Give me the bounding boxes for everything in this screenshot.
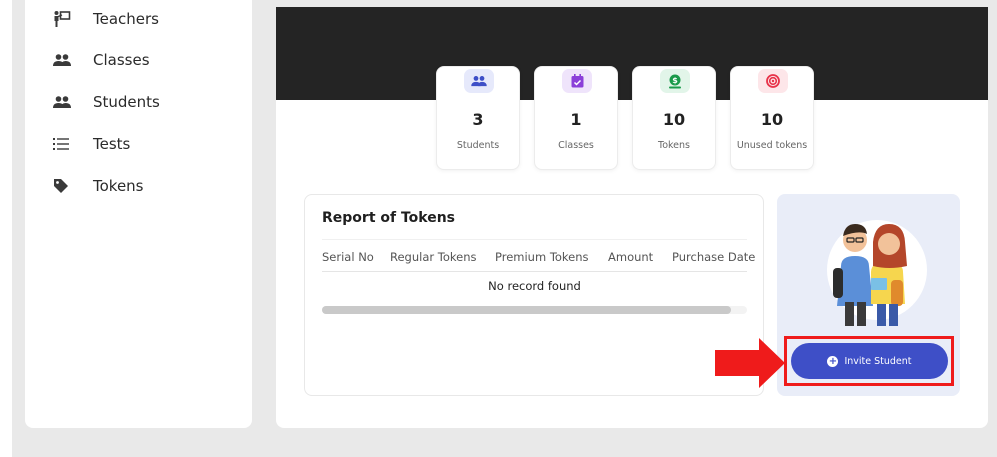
- sidebar-item-label: Classes: [93, 51, 150, 69]
- sidebar-item-tokens[interactable]: Tokens: [53, 173, 144, 199]
- sidebar-item-label: Teachers: [93, 10, 159, 28]
- sidebar-item-label: Students: [93, 93, 160, 111]
- stat-card-classes[interactable]: 1 Classes: [534, 66, 618, 170]
- stat-caption: Classes: [558, 140, 594, 151]
- invite-student-button[interactable]: + Invite Student: [791, 343, 948, 379]
- red-arrow-icon: [715, 338, 785, 388]
- invite-button-label: Invite Student: [844, 355, 912, 367]
- column-header[interactable]: Serial No: [322, 250, 374, 264]
- column-header[interactable]: Purchase Date: [672, 250, 755, 264]
- students-icon: [464, 69, 494, 93]
- stat-card-tokens[interactable]: $ 10 Tokens: [632, 66, 716, 170]
- group-icon: [53, 50, 79, 70]
- tag-icon: [53, 176, 79, 196]
- sidebar: Teachers Classes Students Tests Tokens: [25, 0, 252, 428]
- students-illustration-icon: [827, 220, 927, 326]
- sidebar-item-label: Tests: [93, 135, 131, 153]
- group-icon: [53, 92, 79, 112]
- plus-circle-icon: +: [827, 355, 839, 367]
- teacher-board-icon: [53, 9, 79, 29]
- report-title: Report of Tokens: [322, 210, 456, 226]
- money-icon: $: [660, 69, 690, 93]
- column-header[interactable]: Amount: [608, 250, 653, 264]
- sidebar-item-teachers[interactable]: Teachers: [53, 6, 159, 32]
- scrollbar-thumb[interactable]: [322, 306, 731, 314]
- sidebar-item-label: Tokens: [93, 177, 144, 195]
- stat-caption: Tokens: [658, 140, 690, 151]
- sidebar-item-students[interactable]: Students: [53, 89, 160, 115]
- stat-caption: Students: [456, 140, 500, 151]
- column-header[interactable]: Regular Tokens: [390, 250, 476, 264]
- table-header: Serial No Regular Tokens Premium Tokens …: [322, 239, 755, 272]
- svg-text:$: $: [672, 76, 678, 85]
- sidebar-item-tests[interactable]: Tests: [53, 131, 130, 157]
- calendar-check-icon: [562, 69, 592, 93]
- token-report-card: Report of Tokens Serial No Regular Token…: [304, 194, 764, 396]
- stat-caption: Unused tokens: [736, 140, 808, 151]
- stat-card-unused-tokens[interactable]: 10 Unused tokens: [730, 66, 814, 170]
- list-icon: [53, 134, 79, 154]
- stat-value: 3: [472, 110, 484, 129]
- target-icon: [758, 69, 788, 93]
- stat-value: 10: [662, 110, 686, 129]
- stat-card-students[interactable]: 3 Students: [436, 66, 520, 170]
- sidebar-item-classes[interactable]: Classes: [53, 47, 150, 73]
- empty-state-text: No record found: [488, 279, 581, 293]
- stat-value: 10: [760, 110, 784, 129]
- stat-value: 1: [570, 110, 582, 129]
- horizontal-scrollbar[interactable]: [322, 306, 747, 314]
- column-header[interactable]: Premium Tokens: [495, 250, 589, 264]
